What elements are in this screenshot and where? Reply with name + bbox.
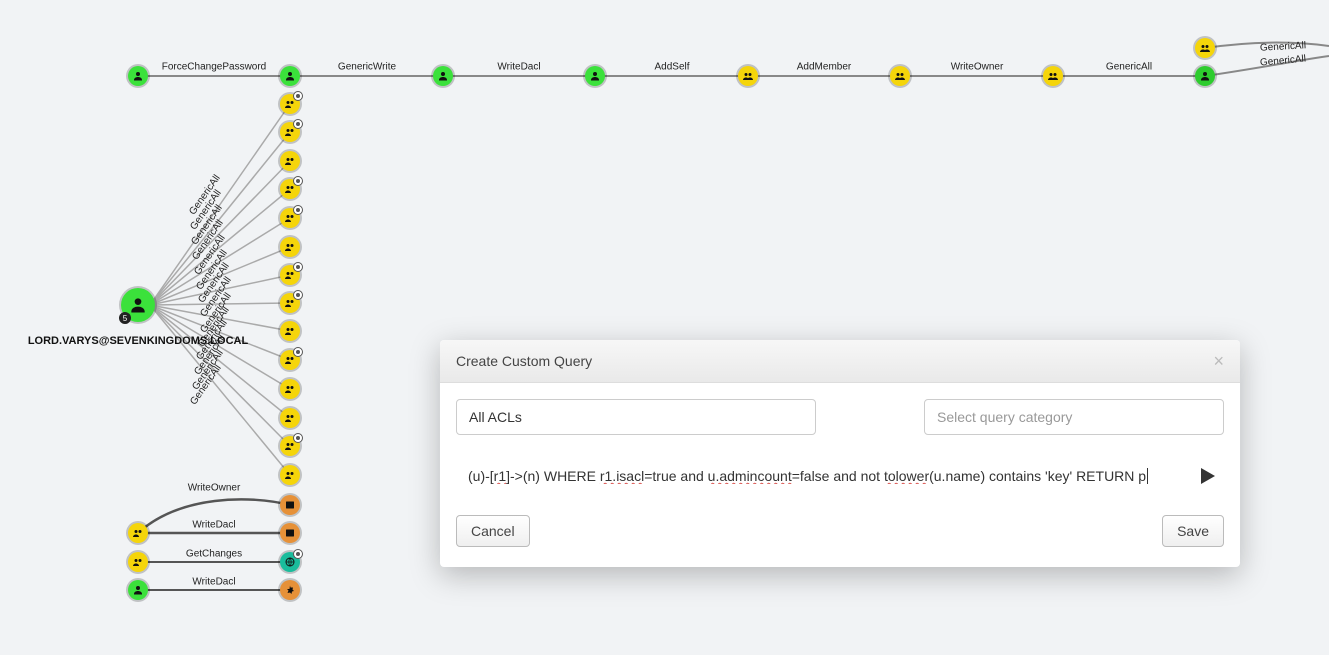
group-node[interactable] xyxy=(280,179,300,199)
dialog-header: Create Custom Query × xyxy=(440,340,1240,383)
group-node[interactable] xyxy=(280,321,300,341)
group-node[interactable] xyxy=(738,66,758,86)
group-node[interactable] xyxy=(280,151,300,171)
domain-node[interactable] xyxy=(280,552,300,572)
close-button[interactable]: × xyxy=(1213,352,1224,370)
ou-node[interactable] xyxy=(280,495,300,515)
query-category-select[interactable]: Select query category xyxy=(924,399,1224,435)
ou-node[interactable] xyxy=(280,523,300,543)
count-badge: 5 xyxy=(119,312,131,324)
group-node[interactable] xyxy=(280,350,300,370)
user-node[interactable] xyxy=(128,66,148,86)
create-custom-query-dialog: Create Custom Query × Select query categ… xyxy=(440,340,1240,567)
group-node[interactable] xyxy=(890,66,910,86)
user-node[interactable] xyxy=(280,66,300,86)
group-node[interactable] xyxy=(128,523,148,543)
query-name-input[interactable] xyxy=(456,399,816,435)
user-node[interactable] xyxy=(1195,66,1215,86)
user-node[interactable] xyxy=(128,580,148,600)
dialog-title: Create Custom Query xyxy=(456,353,592,369)
user-node-main[interactable]: 5 xyxy=(121,288,155,322)
group-node[interactable] xyxy=(280,436,300,456)
query-text-input[interactable]: (u)-[r1]->(n) WHERE r1.isacl=true and u.… xyxy=(456,468,1174,484)
user-node[interactable] xyxy=(585,66,605,86)
group-node[interactable] xyxy=(280,379,300,399)
group-node[interactable] xyxy=(280,408,300,428)
user-node[interactable] xyxy=(433,66,453,86)
group-node[interactable] xyxy=(280,208,300,228)
group-node[interactable] xyxy=(1043,66,1063,86)
group-node[interactable] xyxy=(280,237,300,257)
save-button[interactable]: Save xyxy=(1162,515,1224,547)
group-node[interactable] xyxy=(280,465,300,485)
group-node[interactable] xyxy=(128,552,148,572)
group-node[interactable] xyxy=(280,122,300,142)
node-label: LORD.VARYS@SEVENKINGDOMS.LOCAL xyxy=(28,335,248,347)
group-node[interactable] xyxy=(1195,38,1215,58)
group-node[interactable] xyxy=(280,293,300,313)
run-query-button[interactable] xyxy=(1190,459,1224,493)
group-node[interactable] xyxy=(280,265,300,285)
ou-node[interactable] xyxy=(280,580,300,600)
cancel-button[interactable]: Cancel xyxy=(456,515,530,547)
group-node[interactable] xyxy=(280,94,300,114)
